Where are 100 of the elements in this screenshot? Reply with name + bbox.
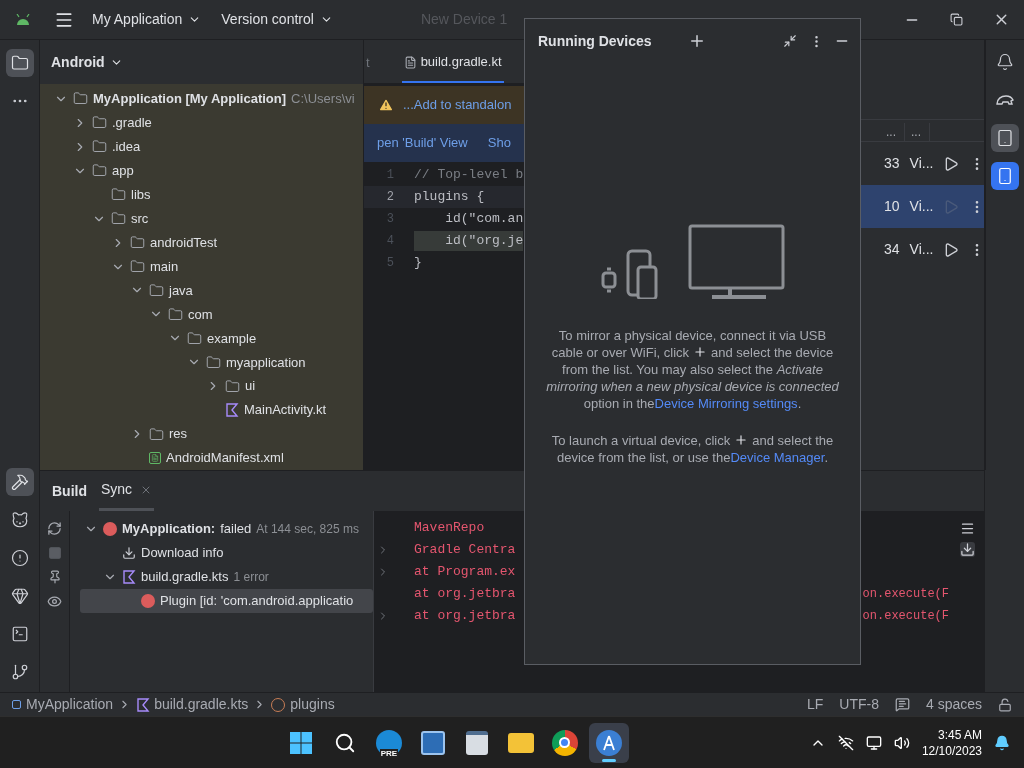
scroll-to-end-icon[interactable] xyxy=(959,542,975,557)
network-off-icon[interactable] xyxy=(837,734,854,751)
settings-link[interactable]: Device Mirroring settings xyxy=(654,396,798,411)
device-type: Vi... xyxy=(909,240,934,259)
module-icon xyxy=(12,700,21,709)
build-tree-row[interactable]: MyApplication: failed At 144 sec, 825 ms xyxy=(80,517,373,541)
indent-setting[interactable]: 4 spaces xyxy=(925,694,982,715)
mirror-instructions: To mirror a physical device, connect it via USB cable or over WiFi, click and select the device from the list. You may also select the Activate mirroring when a new physical device is connected option in theDevice Mirroring settings. xyxy=(545,327,840,412)
tree-item[interactable]: libs xyxy=(131,184,151,205)
folder-icon[interactable] xyxy=(507,732,534,753)
vcs-dropdown[interactable]: Version control xyxy=(221,9,333,30)
comment-icon[interactable] xyxy=(894,697,910,712)
volume-icon[interactable] xyxy=(893,734,910,751)
line-separator[interactable]: LF xyxy=(806,694,824,715)
beta-badge: PRE xyxy=(379,748,399,758)
folder-icon xyxy=(149,426,164,442)
banner-link[interactable]: ...Add to standalon xyxy=(403,95,512,115)
line-number: 2 xyxy=(385,189,394,206)
search-icon[interactable] xyxy=(333,731,356,754)
code-line: // Top-level b xyxy=(414,166,524,185)
tree-item[interactable]: AndroidManifest.xml xyxy=(166,448,284,468)
folder-icon xyxy=(92,139,107,155)
project-dropdown[interactable]: My Application xyxy=(92,9,202,30)
tree-item[interactable]: res xyxy=(169,424,188,444)
window-title: Running Devices xyxy=(538,31,652,51)
column-header: ... xyxy=(886,122,905,141)
build-tree-row[interactable]: Plugin [id: 'com.android.applicatio xyxy=(80,589,373,613)
banner-action-link[interactable]: pen 'Build' View xyxy=(377,133,468,153)
device-row[interactable]: 34 Vi... xyxy=(858,228,986,271)
plus-icon xyxy=(693,345,708,359)
module-folder-icon xyxy=(73,91,88,107)
tree-item[interactable]: example xyxy=(207,328,257,349)
console-line: at org.jetbra xyxy=(414,585,516,604)
folder-icon xyxy=(92,163,107,179)
breadcrumb[interactable]: MyApplication xyxy=(26,694,114,715)
android-studio-icon[interactable] xyxy=(595,729,622,756)
phone-icon[interactable] xyxy=(990,162,1019,190)
tool-window-tab[interactable]: Sync xyxy=(99,471,155,511)
hammer-icon[interactable] xyxy=(5,468,34,496)
soft-wrap-icon[interactable] xyxy=(959,521,975,536)
project-view-dropdown[interactable]: Android xyxy=(40,40,363,84)
file-encoding[interactable]: UTF-8 xyxy=(839,694,879,715)
gradle-file-icon xyxy=(136,697,151,712)
taskbar-app[interactable]: PRE xyxy=(368,722,409,763)
folder-icon xyxy=(130,259,145,275)
tree-item[interactable]: com xyxy=(188,304,213,325)
play-icon[interactable] xyxy=(943,155,960,172)
build-tree-row[interactable]: Download info xyxy=(80,541,373,565)
clock-time[interactable]: 3:45 AM xyxy=(937,726,982,743)
tree-item[interactable]: .idea xyxy=(112,137,141,157)
api-level: 10 xyxy=(884,197,900,216)
device-row[interactable]: 10 Vi... xyxy=(858,185,986,228)
build-tree-row[interactable]: build.gradle.kts 1 error xyxy=(80,565,373,589)
banner-action-link[interactable]: Sho xyxy=(487,133,511,153)
browser-icon[interactable] xyxy=(551,729,578,756)
code-editor-icon[interactable] xyxy=(420,730,445,755)
editor-tab[interactable]: build.gradle.kt xyxy=(401,43,504,83)
windows-start-icon[interactable] xyxy=(288,730,313,755)
warning-icon xyxy=(378,97,394,113)
console-line: at org.jetbra xyxy=(414,607,516,626)
folder-icon xyxy=(111,187,126,203)
tree-item[interactable]: src xyxy=(131,208,149,229)
build-item-label: Plugin [id: 'com.android.applicatio xyxy=(160,592,354,611)
taskbar-app[interactable] xyxy=(588,722,629,763)
tree-item[interactable]: java xyxy=(169,280,193,301)
notepad-icon[interactable] xyxy=(465,730,488,755)
error-icon xyxy=(141,594,155,608)
tree-item[interactable]: .gradle xyxy=(112,113,152,133)
pin-icon[interactable] xyxy=(47,570,62,584)
build-status: failed xyxy=(220,520,252,539)
notification-bell-icon[interactable] xyxy=(994,734,1010,751)
eye-icon[interactable] xyxy=(47,594,62,609)
sync-icon[interactable] xyxy=(47,521,62,536)
kotlin-file-icon xyxy=(122,570,136,584)
tree-item[interactable]: myapplication xyxy=(226,352,306,373)
code-line: } xyxy=(414,254,422,273)
tablet-icon[interactable] xyxy=(990,124,1019,152)
tree-item[interactable]: androidTest xyxy=(150,232,218,253)
tree-item[interactable]: MainActivity.kt xyxy=(244,400,327,420)
breadcrumb[interactable]: build.gradle.kts xyxy=(154,694,249,715)
folder-icon xyxy=(225,378,240,394)
tool-window-tab[interactable]: Build xyxy=(50,471,89,511)
tree-item[interactable]: MyApplication [My Application] xyxy=(93,89,287,109)
dock-icon[interactable] xyxy=(783,34,797,48)
tree-item[interactable]: main xyxy=(150,256,179,277)
settings-link[interactable]: Device Manager xyxy=(730,450,825,465)
tree-item[interactable]: app xyxy=(112,161,134,181)
folder-icon[interactable] xyxy=(5,49,34,77)
code-line: plugins { xyxy=(414,188,485,207)
folder-icon xyxy=(149,282,164,298)
console-line: Gradle Centra xyxy=(414,541,516,560)
device-row[interactable]: 33 Vi... xyxy=(858,142,986,185)
unlock-icon[interactable] xyxy=(998,697,1012,712)
clock-date[interactable]: 12/10/2023 xyxy=(921,742,982,759)
breadcrumb[interactable]: plugins xyxy=(290,694,335,715)
display-icon[interactable] xyxy=(865,734,882,751)
tree-item[interactable]: ui xyxy=(245,376,256,396)
browser-beta-icon[interactable]: PRE xyxy=(375,729,402,756)
play-icon[interactable] xyxy=(943,241,960,258)
folder-icon xyxy=(206,354,221,370)
